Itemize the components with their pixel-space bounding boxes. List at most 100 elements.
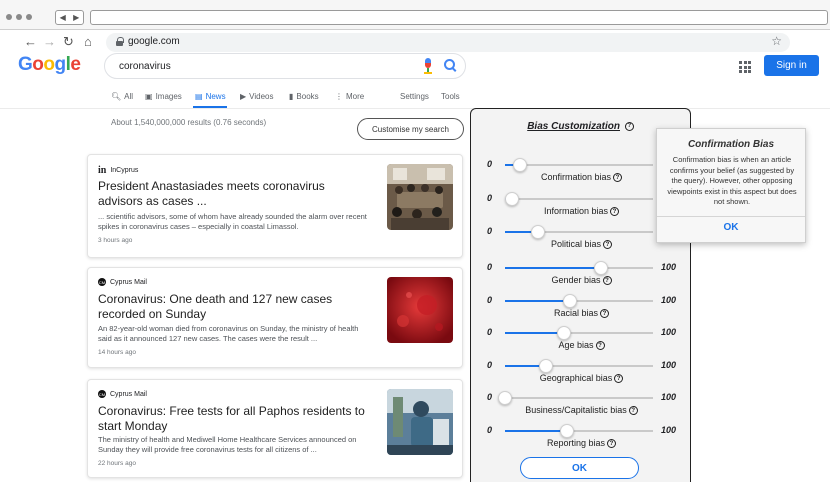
slider-handle[interactable] xyxy=(505,192,520,206)
help-icon[interactable]: ? xyxy=(614,374,624,384)
star-icon[interactable]: ☆ xyxy=(771,34,782,48)
help-icon[interactable]: ? xyxy=(600,309,610,319)
slider-handle[interactable] xyxy=(530,225,545,239)
help-icon[interactable]: ? xyxy=(613,173,623,183)
slider-track[interactable] xyxy=(505,424,653,438)
sign-in-button[interactable]: Sign in xyxy=(764,55,819,76)
tab-images[interactable]: ▣ Images xyxy=(145,92,182,101)
bias-slider-row: 0 100 Racial bias? xyxy=(471,294,692,325)
news-headline[interactable]: Coronavirus: One death and 127 new cases… xyxy=(98,292,368,322)
forward-arrow-icon[interactable]: → xyxy=(43,34,56,49)
panel-ok-button[interactable]: OK xyxy=(520,457,639,479)
news-result-card[interactable]: CM Cyprus Mail Coronavirus: One death an… xyxy=(87,267,463,368)
news-headline[interactable]: Coronavirus: Free tests for all Paphos r… xyxy=(98,404,368,434)
slider-track[interactable] xyxy=(505,326,653,340)
book-icon: ▮ xyxy=(289,92,294,101)
help-icon[interactable]: ? xyxy=(624,121,634,131)
slider-handle[interactable] xyxy=(539,359,554,373)
triangle-right-icon[interactable]: ▶ xyxy=(73,13,79,22)
tab-videos[interactable]: ▶ Videos xyxy=(240,92,273,101)
news-headline[interactable]: President Anastasiades meets coronavirus… xyxy=(98,179,368,209)
tab-all[interactable]: 🔍︎ All xyxy=(111,92,133,101)
tab-news[interactable]: ▤ News xyxy=(195,92,226,101)
window-nav-arrows[interactable]: ◀ ▶ xyxy=(55,10,84,25)
slider-track[interactable] xyxy=(505,158,653,172)
tab-label: Videos xyxy=(249,92,274,101)
news-thumbnail-virus[interactable] xyxy=(387,277,453,343)
slider-max-label: 100 xyxy=(661,262,677,272)
slider-handle[interactable] xyxy=(594,261,609,275)
slider-handle[interactable] xyxy=(498,391,512,405)
home-icon[interactable]: ⌂ xyxy=(84,34,92,49)
tab-more[interactable]: ⋮ More xyxy=(335,92,364,101)
window-address-field[interactable] xyxy=(90,10,828,25)
tab-settings[interactable]: Settings xyxy=(400,92,429,101)
search-icon[interactable] xyxy=(444,59,456,73)
source-logo: in xyxy=(98,165,107,176)
source-logo: CM xyxy=(98,278,106,286)
slider-label-text: Confirmation bias xyxy=(540,172,612,182)
search-input[interactable]: coronavirus xyxy=(104,53,466,79)
slider-handle[interactable] xyxy=(563,294,578,308)
omnibox[interactable]: google.com ☆ xyxy=(106,33,790,52)
slider-fill xyxy=(505,267,602,269)
play-icon: ▶ xyxy=(240,92,247,101)
bias-slider-row: 0 100 Geographical bias? xyxy=(471,359,692,390)
slider-min-label: 0 xyxy=(487,226,493,236)
triangle-left-icon[interactable]: ◀ xyxy=(60,13,66,22)
window-minimize-dot[interactable] xyxy=(16,14,22,20)
slider-min-label: 0 xyxy=(487,425,493,435)
reload-icon[interactable]: ↻ xyxy=(63,34,74,50)
logo-letter: G xyxy=(18,54,33,75)
tooltip-ok-button[interactable]: OK xyxy=(657,222,805,233)
slider-handle[interactable] xyxy=(512,158,527,172)
help-icon[interactable]: ? xyxy=(610,207,620,217)
customise-search-button[interactable]: Customise my search xyxy=(357,118,464,140)
slider-label: Reporting bias? xyxy=(471,438,692,449)
back-arrow-icon[interactable]: ← xyxy=(24,34,37,49)
google-logo[interactable]: Google xyxy=(18,54,81,76)
slider-label: Racial bias? xyxy=(471,308,692,319)
slider-track[interactable] xyxy=(505,359,653,373)
slider-track[interactable] xyxy=(505,225,653,239)
tab-tools[interactable]: Tools xyxy=(441,92,460,101)
apps-grid-icon[interactable] xyxy=(739,61,751,73)
slider-track[interactable] xyxy=(505,192,653,206)
news-thumbnail-testing[interactable] xyxy=(387,389,453,455)
microphone-icon[interactable] xyxy=(423,58,433,74)
news-snippet: The ministry of health and Mediwell Home… xyxy=(98,435,357,454)
tab-books[interactable]: ▮ Books xyxy=(289,92,319,101)
slider-label: Gender bias? xyxy=(471,275,692,286)
slider-track[interactable] xyxy=(498,391,653,405)
help-icon[interactable]: ? xyxy=(628,406,638,416)
tab-label: News xyxy=(205,92,226,101)
news-thumbnail-meeting[interactable] xyxy=(387,164,453,230)
help-icon[interactable]: ? xyxy=(607,439,617,449)
window-zoom-dot[interactable] xyxy=(26,14,32,20)
help-icon[interactable]: ? xyxy=(602,276,612,286)
window-close-dot[interactable] xyxy=(6,14,12,20)
slider-min-label: 0 xyxy=(487,327,493,337)
news-snippet: An 82-year-old woman died from coronavir… xyxy=(98,324,359,343)
help-icon[interactable]: ? xyxy=(595,341,605,351)
image-icon: ▣ xyxy=(145,92,153,101)
help-icon[interactable]: ? xyxy=(603,240,613,250)
news-time: 22 hours ago xyxy=(98,460,136,467)
tab-label: Images xyxy=(155,92,182,101)
slider-min-label: 0 xyxy=(487,295,493,305)
slider-label-text: Political bias xyxy=(550,239,602,249)
news-time: 3 hours ago xyxy=(98,237,133,244)
slider-handle[interactable] xyxy=(560,424,575,438)
news-result-card[interactable]: in InCyprus President Anastasiades meets… xyxy=(87,154,463,258)
slider-track[interactable] xyxy=(505,261,653,275)
slider-handle[interactable] xyxy=(557,326,572,340)
slider-fill xyxy=(505,332,565,334)
window-titlebar: ◀ ▶ xyxy=(0,0,830,30)
news-result-card[interactable]: CM Cyprus Mail Coronavirus: Free tests f… xyxy=(87,379,463,478)
slider-min-label: 0 xyxy=(487,392,493,402)
slider-min-label: 0 xyxy=(487,159,493,169)
source-name: InCyprus xyxy=(110,167,139,174)
slider-track[interactable] xyxy=(505,294,653,308)
more-vertical-icon: ⋮ xyxy=(335,92,343,101)
slider-max-label: 100 xyxy=(661,295,677,305)
